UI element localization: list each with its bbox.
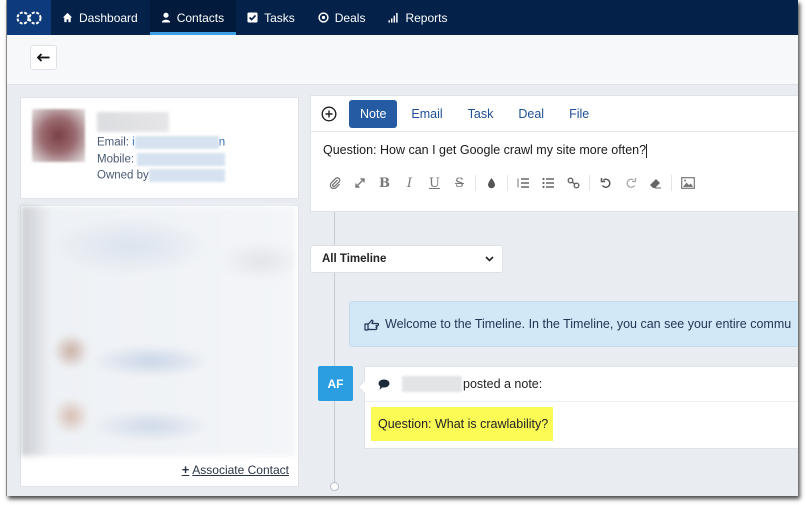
contact-name-redacted [97, 112, 169, 132]
nav-deals[interactable]: Deals [307, 0, 378, 35]
plus-icon: + [181, 462, 190, 477]
bar-chart-icon [388, 12, 399, 23]
underline-button[interactable]: U [422, 173, 447, 193]
image-icon [680, 177, 695, 189]
nav-label: Tasks [264, 10, 295, 25]
tab-email[interactable]: Email [400, 100, 453, 128]
eraser-icon [650, 178, 661, 188]
insert-image-button[interactable] [675, 173, 700, 193]
owner-label: Owned by [97, 169, 149, 182]
note-action-text: posted a note: [463, 377, 543, 391]
logo-icon [16, 11, 42, 24]
note-content: Question: What is crawlability? [371, 407, 554, 441]
expand-button[interactable] [347, 173, 372, 193]
timeline-note-entry: posted a note: Question: What is crawlab… [358, 366, 798, 449]
author-avatar: AF [318, 366, 353, 401]
toolbar-divider [589, 175, 590, 191]
bullet-list-button[interactable] [536, 173, 561, 193]
hand-pointing-icon [364, 318, 379, 331]
timeline-filter-value: All Timeline [322, 253, 387, 265]
toolbar-divider [671, 175, 672, 191]
associations-card: + Associate Contact [20, 205, 299, 487]
clear-format-button[interactable] [643, 173, 668, 193]
strikethrough-button[interactable]: S [447, 173, 472, 193]
associations-redacted [21, 206, 295, 456]
underline-icon: U [429, 175, 440, 191]
sub-header [7, 35, 798, 85]
link-icon [567, 177, 580, 189]
tab-deal[interactable]: Deal [507, 100, 555, 128]
nav-label: Dashboard [79, 10, 138, 25]
nav-label: Deals [334, 10, 366, 25]
back-button[interactable] [30, 45, 57, 70]
email-value-tail[interactable]: n [219, 137, 225, 149]
toolbar-divider [507, 175, 508, 191]
ordered-list-button[interactable] [511, 173, 536, 193]
redo-icon [626, 178, 636, 188]
ordered-list-icon [517, 178, 529, 188]
tab-note[interactable]: Note [349, 99, 398, 128]
bullet-list-icon [542, 177, 554, 189]
editor-toolbar: B I U S [311, 170, 798, 196]
bold-icon: B [379, 175, 390, 191]
timeline-welcome-banner: Welcome to the Timeline. In the Timeline… [349, 301, 798, 347]
link-button[interactable] [561, 173, 586, 193]
user-icon [161, 12, 170, 23]
email-label: Email: [97, 136, 129, 149]
redo-button[interactable] [618, 173, 643, 193]
arrow-left-icon [37, 53, 50, 62]
italic-button[interactable]: I [397, 173, 422, 193]
contact-avatar [32, 109, 85, 162]
bold-button[interactable]: B [372, 173, 397, 193]
note-header: posted a note: [365, 367, 798, 402]
target-icon [318, 12, 329, 23]
nav-dashboard[interactable]: Dashboard [51, 0, 150, 35]
note-body: Question: What is crawlability? [365, 402, 798, 441]
checkbox-icon [247, 12, 258, 23]
top-nav: Dashboard Contacts Tasks Deals Reports [7, 0, 798, 35]
nav-reports[interactable]: Reports [377, 0, 459, 35]
undo-button[interactable] [593, 173, 618, 193]
nav-contacts[interactable]: Contacts [149, 0, 237, 35]
nav-label: Contacts [176, 10, 225, 25]
mobile-label: Mobile: [97, 153, 135, 166]
comment-icon [378, 379, 390, 389]
author-name-redacted [402, 376, 462, 392]
welcome-text: Welcome to the Timeline. In the Timeline… [385, 317, 792, 331]
attach-button[interactable] [322, 173, 347, 193]
compose-tabs: Note Email Task Deal File [311, 96, 798, 132]
timeline-end-marker [330, 482, 339, 491]
home-icon [62, 12, 73, 23]
expand-icon [354, 178, 365, 188]
contact-email: Email: in [97, 136, 225, 149]
app-window: Dashboard Contacts Tasks Deals Reports E… [6, 0, 798, 496]
paperclip-icon [329, 177, 340, 189]
nav-tasks[interactable]: Tasks [236, 0, 307, 35]
color-button[interactable] [479, 173, 504, 193]
nav-label: Reports [405, 10, 448, 25]
color-drop-icon [488, 178, 495, 189]
contact-owner: Owned by [97, 169, 225, 182]
contact-mobile: Mobile: [97, 153, 226, 166]
undo-icon [600, 178, 611, 188]
app-logo[interactable] [7, 0, 51, 35]
note-editor[interactable]: Question: How can I get Google crawl my … [311, 132, 798, 170]
compose-card: Note Email Task Deal File Question: How … [310, 95, 798, 212]
email-redacted [134, 136, 219, 149]
note-editor-text: Question: How can I get Google crawl my … [323, 143, 647, 157]
associate-contact-label: Associate Contact [192, 462, 289, 477]
timeline-filter-select[interactable]: All Timeline [310, 245, 503, 273]
toolbar-divider [475, 175, 476, 191]
contact-card: Email: in Mobile: Owned by [20, 97, 299, 199]
tab-file[interactable]: File [558, 100, 600, 128]
mobile-redacted [137, 153, 226, 166]
owner-redacted [148, 169, 225, 182]
associate-contact-link[interactable]: + Associate Contact [182, 462, 289, 477]
tab-task[interactable]: Task [457, 100, 505, 128]
plus-circle-icon[interactable] [321, 105, 337, 122]
italic-icon: I [406, 175, 413, 191]
strikethrough-icon: S [455, 175, 464, 191]
text-caret [646, 143, 648, 158]
chevron-down-icon [485, 256, 494, 262]
